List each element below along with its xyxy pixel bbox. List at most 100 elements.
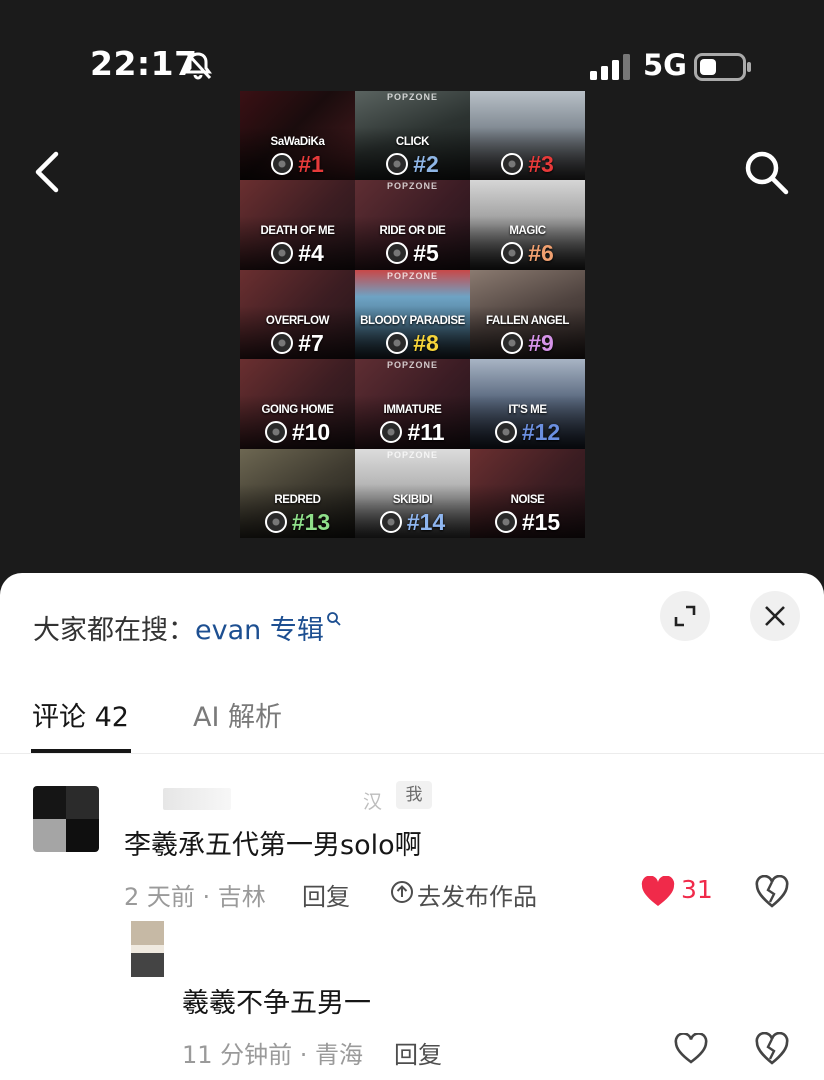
tile-rank-row: #9: [470, 331, 585, 355]
network-type: 5G: [643, 48, 687, 82]
tile-rank-row: #3: [470, 152, 585, 176]
grid-tile: POPZONE IMMATURE #11: [355, 359, 470, 449]
heart-filled-icon[interactable]: [640, 876, 676, 908]
tile-song-title: NOISE: [510, 493, 545, 506]
tile-song-title: SKIBIDI: [392, 493, 433, 506]
tile-rank: #6: [528, 240, 554, 267]
tile-rank-row: #12: [470, 420, 585, 444]
broken-heart-icon[interactable]: [754, 875, 790, 909]
grid-tile: #3: [470, 91, 585, 181]
grid-tile: NOISE #15: [470, 448, 585, 538]
tile-song-title: MAGIC: [509, 225, 546, 238]
back-arrow-icon[interactable]: [30, 150, 66, 194]
grid-tile: FALLEN ANGEL #9: [470, 269, 585, 360]
username-blurred[interactable]: [163, 788, 231, 810]
close-icon: [765, 606, 785, 626]
tile-rank-row: #13: [240, 510, 355, 534]
me-badge: 我: [396, 781, 432, 809]
tile-rank: #10: [291, 419, 331, 446]
tile-rank: #14: [406, 508, 446, 535]
tile-rank-row: #1: [240, 152, 355, 176]
tile-rank: #5: [413, 240, 439, 267]
username-fragment: 汉: [363, 791, 383, 813]
album-disc-icon: [264, 510, 287, 533]
tile-rank: #1: [298, 151, 324, 177]
expand-button[interactable]: [660, 591, 710, 641]
reply-reply-button[interactable]: 回复: [394, 1035, 442, 1070]
tile-rank-row: #2: [355, 152, 470, 176]
post-image-grid[interactable]: SaWaDiKa #1 POPZONE CLICK #2 #3 DEATH OF ME #4 P…: [240, 91, 585, 538]
reply-time-location: 11 分钟前 · 青海: [182, 1041, 364, 1069]
grid-tile: SaWaDiKa #1: [240, 91, 355, 181]
publish-upload-icon[interactable]: [390, 880, 414, 904]
tile-rank: #7: [298, 329, 324, 356]
tile-song-title: IMMATURE: [383, 404, 442, 417]
album-disc-icon: [501, 153, 524, 175]
expand-icon: [674, 605, 696, 627]
tile-song-title: GOING HOME: [261, 404, 334, 417]
comment-time-location: 2 天前 · 吉林: [124, 883, 266, 911]
tile-rank: #2: [413, 151, 439, 177]
grid-tile: POPZONE RIDE OR DIE #5: [355, 180, 470, 270]
album-disc-icon: [494, 510, 517, 533]
tile-song-title: OVERFLOW: [265, 314, 330, 327]
popzone-watermark: POPZONE: [386, 181, 438, 192]
tile-rank: #15: [521, 508, 561, 535]
album-disc-icon: [501, 331, 524, 354]
comment-text[interactable]: 李羲承五代第一男solo啊: [124, 823, 422, 862]
grid-tile: OVERFLOW #7: [240, 269, 355, 360]
tile-rank-row: #15: [470, 510, 585, 534]
broken-heart-icon[interactable]: [754, 1032, 790, 1066]
tab-ai-analysis[interactable]: AI 解析: [193, 695, 282, 734]
tile-song-title: REDRED: [274, 493, 321, 506]
tile-song-title: IT'S ME: [508, 404, 547, 417]
grid-tile: POPZONE CLICK #2: [355, 91, 470, 181]
search-small-icon: [326, 612, 341, 626]
tile-rank: #4: [298, 240, 324, 267]
tile-song-title: SaWaDiKa: [270, 136, 325, 148]
reply-avatar[interactable]: [131, 921, 164, 977]
tile-song-title: RIDE OR DIE: [379, 225, 446, 238]
album-disc-icon: [501, 242, 524, 265]
tile-rank: #3: [528, 151, 554, 177]
cellular-signal-icon: [590, 54, 630, 80]
tile-rank-row: #14: [355, 510, 470, 534]
divider: [0, 753, 824, 754]
tile-rank-row: #4: [240, 241, 355, 265]
reply-text[interactable]: 羲羲不争五男一: [182, 981, 371, 1020]
trending-keyword[interactable]: evan 专辑: [195, 615, 324, 646]
publish-work-button[interactable]: 去发布作品: [417, 877, 537, 912]
album-disc-icon: [379, 510, 402, 533]
tile-rank-row: #6: [470, 241, 585, 265]
tile-rank-row: #5: [355, 241, 470, 265]
grid-tile: REDRED #13: [240, 448, 355, 538]
grid-tile: POPZONE BLOODY PARADISE #8: [355, 269, 470, 360]
grid-tile: DEATH OF ME #4: [240, 180, 355, 270]
album-disc-icon: [380, 421, 403, 444]
trending-search[interactable]: 大家都在搜：evan 专辑: [33, 608, 342, 647]
tab-comments[interactable]: 评论 42: [32, 695, 129, 734]
popzone-watermark: POPZONE: [386, 92, 438, 102]
close-button[interactable]: [750, 591, 800, 641]
album-disc-icon: [494, 421, 517, 444]
comment-sheet: 大家都在搜：evan 专辑 评论 42 AI 解析 汉 我 李羲承五代第一男so…: [0, 573, 824, 1080]
grid-tile: GOING HOME #10: [240, 359, 355, 449]
status-bar: 22:17 5G: [0, 0, 824, 90]
tile-song-title: CLICK: [395, 136, 430, 148]
avatar[interactable]: [33, 786, 99, 852]
album-disc-icon: [386, 242, 409, 265]
tile-rank: #13: [291, 508, 331, 535]
tile-rank-row: #10: [240, 420, 355, 444]
search-icon[interactable]: [742, 148, 790, 196]
tile-rank: #8: [413, 329, 439, 356]
tile-rank-row: #11: [355, 420, 470, 444]
grid-tile: POPZONE SKIBIDI #14: [355, 448, 470, 538]
album-disc-icon: [386, 331, 409, 354]
tile-rank: #12: [521, 419, 561, 446]
heart-outline-icon[interactable]: [673, 1033, 709, 1065]
reply-button[interactable]: 回复: [302, 877, 350, 912]
tile-rank: #11: [407, 419, 445, 446]
album-disc-icon: [271, 331, 294, 354]
album-disc-icon: [264, 421, 287, 444]
trending-prefix: 大家都在搜：: [33, 615, 195, 646]
